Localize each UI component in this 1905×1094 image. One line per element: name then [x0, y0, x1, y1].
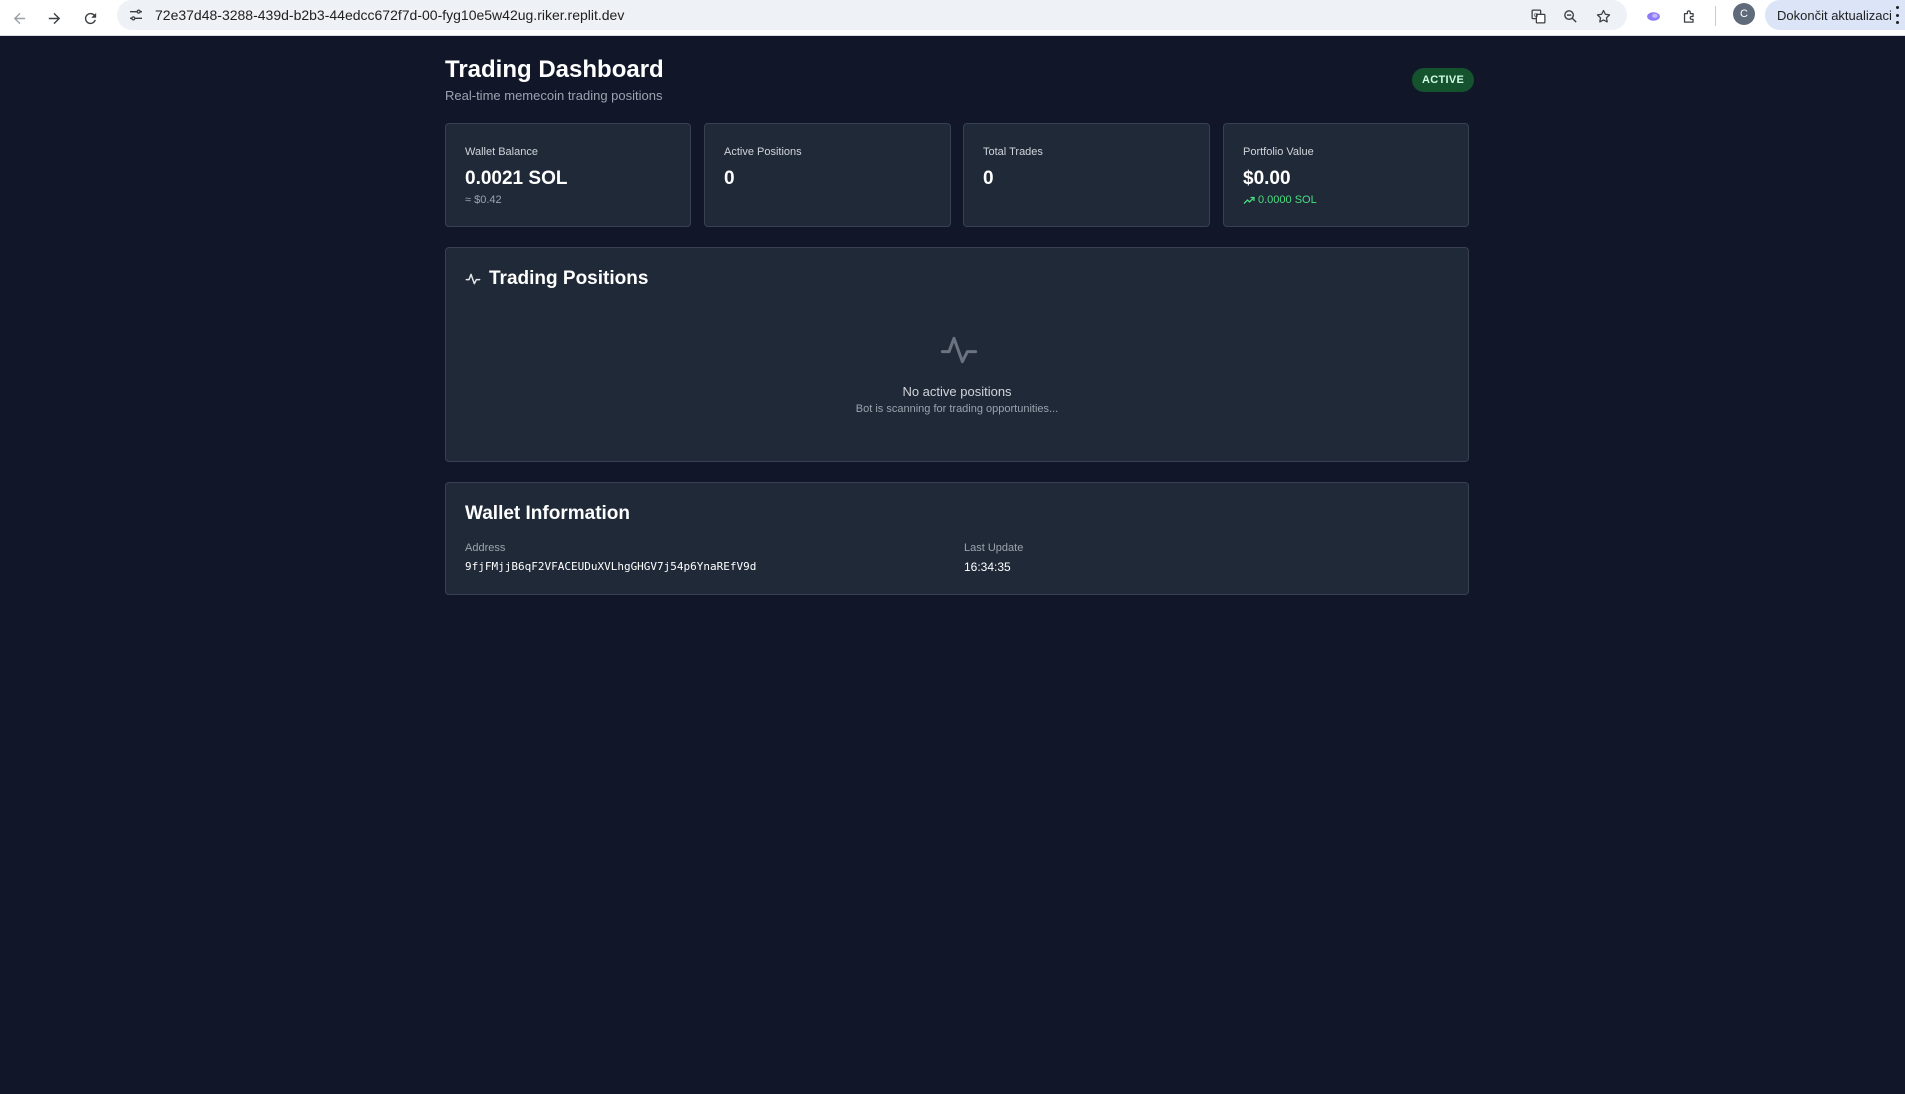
stat-change-value: 0.0000 SOL [1258, 194, 1317, 206]
empty-state-subtitle: Bot is scanning for trading opportunitie… [855, 403, 1059, 415]
section-title: Wallet Information [465, 503, 631, 524]
stat-label: Active Positions [724, 146, 802, 158]
url-text[interactable]: 72e37d48-3288-439d-b2b3-44edcc672f7d-00-… [155, 7, 624, 23]
translate-icon[interactable]: G [1526, 4, 1550, 28]
section-title: Trading Positions [489, 268, 649, 289]
stat-value: 0 [724, 168, 735, 189]
portfolio-value-card: Portfolio Value $0.00 0.0000 SOL [1223, 123, 1469, 227]
stat-label: Portfolio Value [1243, 146, 1314, 158]
forward-icon [48, 12, 60, 24]
bookmark-star-icon[interactable] [1591, 4, 1615, 28]
wallet-information-panel: Wallet Information Address 9fjFMjjB6qF2V… [445, 482, 1469, 595]
page-title: Trading Dashboard [445, 56, 664, 83]
last-update-time: 16:34:35 [964, 560, 1011, 574]
section-header: Trading Positions [465, 268, 648, 290]
trending-up-icon [1243, 196, 1255, 204]
address-bar[interactable]: 72e37d48-3288-439d-b2b3-44edcc672f7d-00-… [117, 0, 1627, 30]
browser-toolbar: 72e37d48-3288-439d-b2b3-44edcc672f7d-00-… [0, 0, 1905, 36]
empty-state-title: No active positions [902, 384, 1012, 399]
trading-positions-panel: Trading Positions No active positions Bo… [445, 247, 1469, 462]
page-subtitle: Real-time memecoin trading positions [445, 88, 663, 103]
stat-label: Wallet Balance [465, 146, 538, 158]
back-button[interactable] [5, 4, 33, 32]
activity-icon [940, 336, 978, 364]
zoom-icon[interactable] [1558, 4, 1582, 28]
forward-button[interactable] [40, 4, 68, 32]
update-browser-button[interactable]: Dokončit aktualizaci [1765, 0, 1905, 30]
stat-label: Total Trades [983, 146, 1043, 158]
stat-value: 0 [983, 168, 994, 189]
profile-avatar[interactable]: C [1733, 3, 1755, 25]
wallet-address: 9fjFMjjB6qF2VFACEUDuXVLhgGHGV7j54p6YnaRE… [465, 560, 757, 573]
status-badge: ACTIVE [1412, 68, 1475, 92]
wallet-balance-card: Wallet Balance 0.0021 SOL ≈ $0.42 [445, 123, 691, 227]
activity-icon [465, 273, 481, 285]
menu-dots-icon[interactable] [1895, 6, 1899, 24]
last-update-label: Last Update [964, 542, 1024, 554]
reload-button[interactable] [76, 4, 104, 32]
extension-icon[interactable] [1641, 4, 1665, 28]
svg-text:G: G [1533, 12, 1537, 18]
puzzle-icon[interactable] [1677, 4, 1701, 28]
toolbar-divider [1715, 6, 1716, 26]
back-icon [13, 12, 25, 24]
update-button-label: Dokončit aktualizaci [1777, 7, 1892, 23]
total-trades-card: Total Trades 0 [963, 123, 1210, 227]
site-info-icon[interactable] [127, 6, 145, 24]
stat-value: $0.00 [1243, 168, 1291, 189]
reload-icon [84, 12, 96, 24]
address-label: Address [465, 542, 506, 554]
stat-change: 0.0000 SOL [1243, 194, 1317, 206]
stat-subvalue: ≈ $0.42 [465, 194, 502, 206]
active-positions-card: Active Positions 0 [704, 123, 951, 227]
stat-value: 0.0021 SOL [465, 168, 568, 189]
